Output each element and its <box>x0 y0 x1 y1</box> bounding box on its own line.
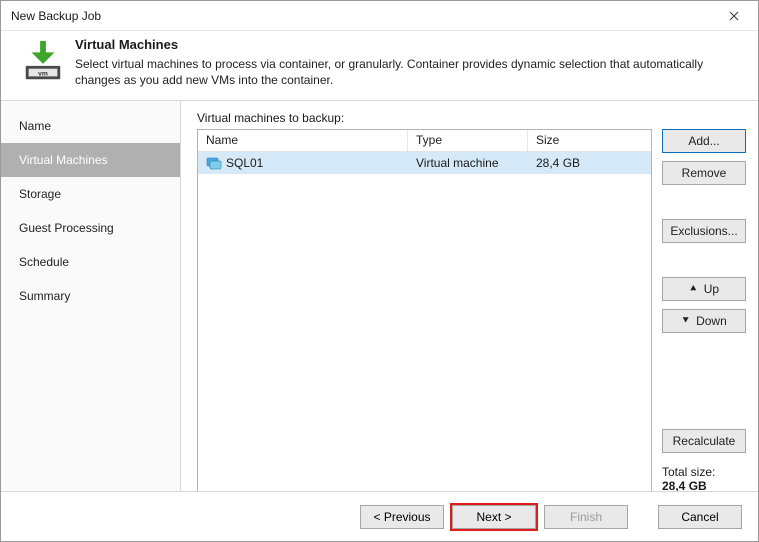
arrow-up-icon: ⯅ <box>689 283 698 296</box>
wizard-steps: Name Virtual Machines Storage Guest Proc… <box>1 101 181 501</box>
step-schedule[interactable]: Schedule <box>1 245 180 279</box>
virtual-machines-icon: vm <box>20 39 66 85</box>
column-header-type[interactable]: Type <box>408 130 528 151</box>
step-virtual-machines[interactable]: Virtual Machines <box>1 143 180 177</box>
wizard-footer: < Previous Next > Finish Cancel <box>1 491 758 541</box>
cancel-button[interactable]: Cancel <box>658 505 742 529</box>
column-header-size[interactable]: Size <box>528 130 618 151</box>
action-buttons: Add... Remove Exclusions... ⯅ Up ⯆ Down … <box>652 111 746 493</box>
step-guest-processing[interactable]: Guest Processing <box>1 211 180 245</box>
down-button[interactable]: ⯆ Down <box>662 309 746 333</box>
grid-header: Name Type Size <box>198 130 651 152</box>
add-button[interactable]: Add... <box>662 129 746 153</box>
header-heading: Virtual Machines <box>75 37 744 52</box>
vm-icon <box>206 155 222 171</box>
close-icon <box>729 11 739 21</box>
remove-button[interactable]: Remove <box>662 161 746 185</box>
table-row[interactable]: SQL01 Virtual machine 28,4 GB <box>198 152 651 174</box>
step-summary[interactable]: Summary <box>1 279 180 313</box>
arrow-down-icon: ⯆ <box>681 315 690 328</box>
title-bar: New Backup Job <box>1 1 758 31</box>
previous-button[interactable]: < Previous <box>360 505 444 529</box>
grid-body: SQL01 Virtual machine 28,4 GB <box>198 152 651 492</box>
total-size: Total size: 28,4 GB <box>662 465 746 493</box>
step-name[interactable]: Name <box>1 109 180 143</box>
wizard-header: vm Virtual Machines Select virtual machi… <box>1 31 758 101</box>
header-description: Select virtual machines to process via c… <box>75 56 744 88</box>
exclusions-button[interactable]: Exclusions... <box>662 219 746 243</box>
svg-text:vm: vm <box>38 70 48 77</box>
row-name: SQL01 <box>226 156 263 170</box>
next-button[interactable]: Next > <box>452 505 536 529</box>
list-label: Virtual machines to backup: <box>197 111 652 125</box>
recalculate-button[interactable]: Recalculate <box>662 429 746 453</box>
finish-button: Finish <box>544 505 628 529</box>
window-title: New Backup Job <box>11 9 714 23</box>
row-type: Virtual machine <box>408 154 528 172</box>
total-size-label: Total size: <box>662 465 746 479</box>
up-button[interactable]: ⯅ Up <box>662 277 746 301</box>
step-storage[interactable]: Storage <box>1 177 180 211</box>
vm-list[interactable]: Name Type Size SQL01 Virtual machin <box>197 129 652 493</box>
row-size: 28,4 GB <box>528 154 618 172</box>
close-button[interactable] <box>714 3 754 29</box>
column-header-name[interactable]: Name <box>198 130 408 151</box>
